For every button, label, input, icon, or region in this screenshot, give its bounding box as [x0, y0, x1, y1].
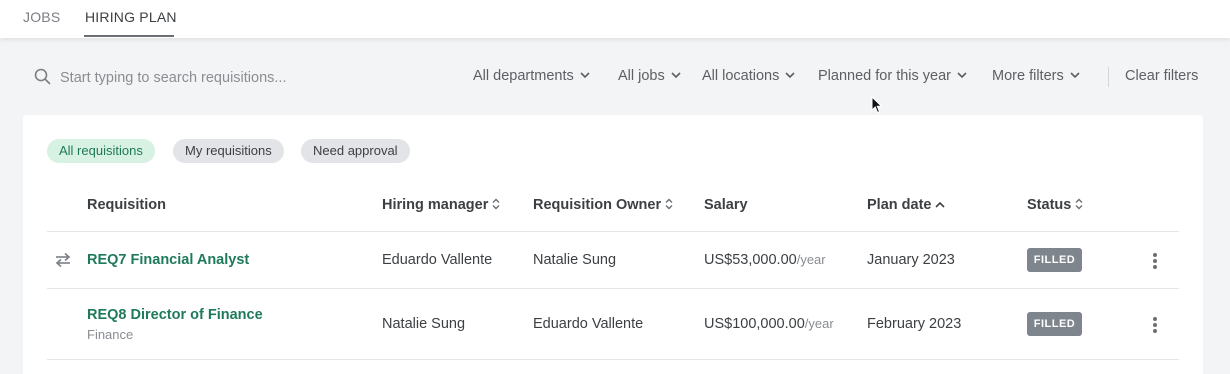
row-menu-button[interactable]	[1145, 251, 1165, 273]
header-hiring-manager-label: Hiring manager	[382, 197, 489, 213]
row-menu-button[interactable]	[1145, 315, 1165, 337]
filter-jobs[interactable]: All jobs	[618, 68, 681, 84]
more-filters[interactable]: More filters	[992, 68, 1080, 84]
table-divider	[47, 231, 1179, 232]
filter-jobs-label: All jobs	[618, 68, 665, 84]
salary-period: /year	[804, 316, 834, 331]
clear-filters-button[interactable]: Clear filters	[1125, 68, 1198, 84]
chevron-down-icon	[1070, 72, 1080, 78]
header-plan-date[interactable]: Plan date	[867, 197, 946, 213]
requisition-department: Finance	[87, 327, 134, 342]
filter-departments[interactable]: All departments	[473, 68, 590, 84]
header-requisition-label: Requisition	[87, 197, 166, 213]
header-requisition-owner-label: Requisition Owner	[533, 197, 662, 213]
filter-locations[interactable]: All locations	[702, 68, 795, 84]
filter-plan-period-label: Planned for this year	[818, 68, 951, 84]
header-status[interactable]: Status	[1027, 197, 1083, 213]
salary-period: /year	[796, 252, 826, 267]
header-requisition[interactable]: Requisition	[87, 197, 166, 213]
sort-icon	[665, 198, 673, 210]
search-input[interactable]	[60, 66, 420, 90]
top-nav: JOBS HIRING PLAN	[0, 0, 1230, 38]
filter-departments-label: All departments	[473, 68, 574, 84]
filter-plan-period[interactable]: Planned for this year	[818, 68, 967, 84]
transfer-arrows-icon	[55, 252, 71, 268]
header-status-label: Status	[1027, 197, 1072, 213]
status-badge: FILLED	[1027, 248, 1082, 272]
salary-value: US$53,000.00/year	[704, 252, 826, 268]
more-filters-label: More filters	[992, 68, 1064, 84]
search-icon	[34, 68, 51, 85]
tab-jobs[interactable]: JOBS	[23, 9, 60, 25]
table-row-divider	[47, 288, 1179, 289]
filter-locations-label: All locations	[702, 68, 780, 84]
owner-value: Eduardo Vallente	[533, 316, 644, 332]
sort-ascending-icon	[935, 201, 946, 208]
requisition-link[interactable]: REQ7 Financial Analyst	[87, 252, 249, 268]
chip-my-requisitions[interactable]: My requisitions	[173, 139, 284, 163]
chevron-down-icon	[957, 72, 967, 78]
header-requisition-owner[interactable]: Requisition Owner	[533, 197, 673, 213]
table-row-divider	[47, 359, 1179, 360]
status-badge: FILLED	[1027, 312, 1082, 336]
hiring-manager-value: Natalie Sung	[382, 316, 466, 332]
chevron-down-icon	[785, 72, 795, 78]
filter-divider	[1108, 67, 1109, 87]
plan-date-value: January 2023	[867, 252, 955, 268]
header-hiring-manager[interactable]: Hiring manager	[382, 197, 500, 213]
tab-hiring-plan[interactable]: HIRING PLAN	[85, 9, 177, 25]
search-bar	[34, 66, 434, 90]
chevron-down-icon	[580, 72, 590, 78]
requisition-link[interactable]: REQ8 Director of Finance	[87, 307, 263, 323]
mouse-cursor-icon	[871, 96, 883, 114]
sort-icon	[492, 198, 500, 210]
chevron-down-icon	[671, 72, 681, 78]
salary-value: US$100,000.00/year	[704, 316, 834, 332]
header-plan-date-label: Plan date	[867, 197, 932, 213]
sort-icon	[1075, 198, 1083, 210]
chip-need-approval[interactable]: Need approval	[301, 139, 410, 163]
header-salary-label: Salary	[704, 197, 748, 213]
plan-date-value: February 2023	[867, 316, 962, 332]
requisitions-card: All requisitions My requisitions Need ap…	[23, 115, 1203, 374]
salary-amount: US$100,000.00	[704, 316, 805, 332]
salary-amount: US$53,000.00	[704, 252, 797, 268]
owner-value: Natalie Sung	[533, 252, 617, 268]
active-tab-underline	[84, 35, 174, 37]
chip-all-requisitions[interactable]: All requisitions	[47, 139, 155, 163]
hiring-manager-value: Eduardo Vallente	[382, 252, 493, 268]
header-salary[interactable]: Salary	[704, 197, 748, 213]
